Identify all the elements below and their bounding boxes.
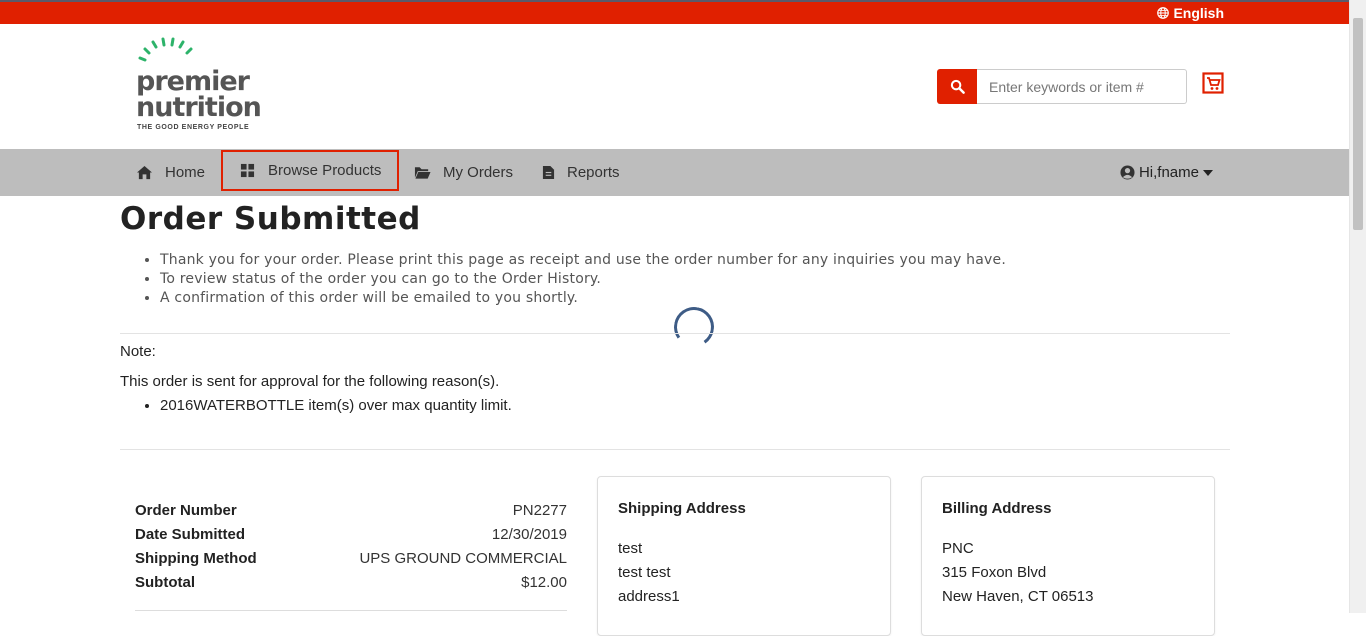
divider [120, 449, 1230, 450]
nav-reports-label: Reports [567, 164, 620, 181]
premier-nutrition-logo[interactable]: premier nutrition THE GOOD ENERGY PEOPLE [136, 36, 276, 136]
shipping-method-label: Shipping Method [135, 550, 257, 567]
summary-divider [135, 610, 567, 611]
logo-sunburst-icon [138, 37, 193, 62]
billing-address-card: Billing Address PNC 315 Foxon Blvd New H… [921, 476, 1215, 636]
date-submitted-label: Date Submitted [135, 526, 246, 543]
intro-item: To review status of the order you can go… [160, 270, 1160, 289]
logo-word-nutrition: nutrition [136, 92, 262, 123]
logo-word-premier: premier [136, 66, 250, 97]
nav-browse-products[interactable]: Browse Products [221, 150, 400, 191]
user-circle-icon [1120, 165, 1135, 180]
order-number-label: Order Number [135, 502, 237, 519]
main-nav: Home Browse Products My Orders Reports H… [0, 149, 1349, 196]
order-summary: Order Number PN2277 Date Submitted 12/30… [135, 499, 567, 595]
shipping-address-line: test test [618, 564, 671, 581]
nav-reports[interactable]: Reports [542, 149, 620, 196]
user-menu[interactable]: Hi,fname [1120, 149, 1213, 196]
intro-item: A confirmation of this order will be ema… [160, 289, 1160, 308]
intro-list: Thank you for your order. Please print t… [140, 251, 1160, 308]
nav-home-label: Home [165, 164, 206, 181]
billing-address-line: New Haven, CT 06513 [942, 588, 1094, 605]
nav-my-orders-label: My Orders [443, 164, 514, 181]
note-label: Note: [120, 343, 156, 360]
nav-home[interactable]: Home [136, 149, 205, 196]
shipping-method-value: UPS GROUND COMMERCIAL [359, 550, 567, 567]
subtotal-label: Subtotal [135, 574, 195, 591]
logo-tagline: THE GOOD ENERGY PEOPLE [137, 124, 250, 131]
billing-address-line: PNC [942, 540, 974, 557]
user-greeting: Hi,fname [1138, 164, 1199, 181]
subtotal-value: $12.00 [521, 574, 567, 591]
folder-open-icon [414, 167, 431, 179]
shipping-address-card: Shipping Address test test test address1 [597, 476, 891, 636]
scrollbar-thumb[interactable] [1353, 18, 1363, 230]
grid-icon [240, 163, 255, 178]
order-number-row: Order Number PN2277 [135, 499, 567, 523]
shipping-address-line: address1 [618, 588, 680, 605]
scrollbar[interactable] [1349, 0, 1366, 613]
page-title: Order Submitted [120, 201, 421, 237]
home-icon [137, 165, 152, 180]
billing-address-line: 315 Foxon Blvd [942, 564, 1047, 581]
date-submitted-value: 12/30/2019 [491, 526, 567, 543]
document-icon [542, 166, 555, 179]
nav-my-orders[interactable]: My Orders [414, 149, 513, 196]
note-text: This order is sent for approval for the … [120, 373, 500, 390]
top-bar: English [0, 0, 1349, 24]
globe-icon [1157, 7, 1170, 19]
billing-address-heading: Billing Address [942, 500, 1052, 517]
search-bar [937, 69, 1187, 104]
order-number-value: PN2277 [512, 502, 567, 519]
shipping-address-heading: Shipping Address [618, 500, 746, 517]
approval-reason: 2016WATERBOTTLE item(s) over max quantit… [160, 397, 512, 414]
divider [120, 333, 1230, 334]
language-selector[interactable]: English [1157, 5, 1224, 21]
shipping-method-row: Shipping Method UPS GROUND COMMERCIAL [135, 547, 567, 571]
search-button[interactable] [937, 69, 977, 104]
nav-browse-products-label: Browse Products [268, 162, 382, 179]
caret-down-icon [1203, 169, 1213, 176]
search-input[interactable] [977, 69, 1187, 104]
intro-item: Thank you for your order. Please print t… [160, 251, 1160, 270]
search-icon [950, 79, 965, 94]
shopping-cart-icon[interactable] [1202, 72, 1224, 94]
language-label: English [1173, 5, 1224, 21]
loading-spinner [670, 303, 718, 351]
shipping-address-line: test [618, 540, 643, 557]
approval-reasons-list: 2016WATERBOTTLE item(s) over max quantit… [140, 397, 512, 414]
subtotal-row: Subtotal $12.00 [135, 571, 567, 595]
date-submitted-row: Date Submitted 12/30/2019 [135, 523, 567, 547]
